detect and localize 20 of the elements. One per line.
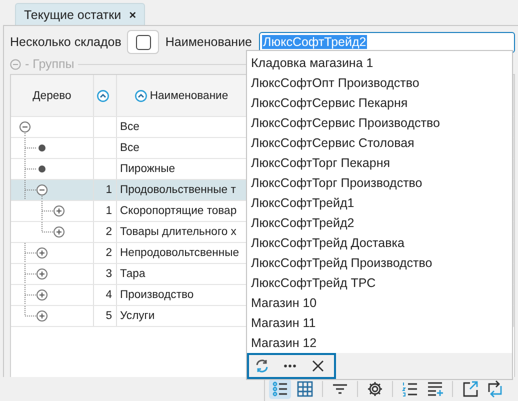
name-cell: Все [120, 121, 140, 133]
code-cell: 4 [106, 289, 112, 301]
name-cell: Товары длительного х [120, 226, 236, 238]
groups-label: - Группы [25, 57, 74, 71]
code-cell: 3 [106, 268, 112, 280]
name-cell: Непродовольтсвенные [120, 247, 239, 259]
code-cell: 2 [106, 226, 112, 238]
name-cell: Производство [120, 289, 194, 301]
code-cell: 2 [106, 247, 112, 259]
field-label: Наименование [165, 35, 252, 49]
name-cell: Продовольственные т [120, 184, 236, 196]
name-cell: Все [120, 142, 140, 154]
name-cell: Пирожные [120, 163, 176, 175]
name-cell: Тара [120, 268, 146, 280]
field-label: Несколько складов [10, 35, 122, 49]
code-cell: 1 [106, 205, 112, 217]
code-cell: 1 [106, 184, 112, 196]
name-cell: Скоропортящие товар [120, 205, 237, 217]
code-cell: 5 [106, 310, 112, 322]
name-cell: Услуги [120, 310, 155, 322]
